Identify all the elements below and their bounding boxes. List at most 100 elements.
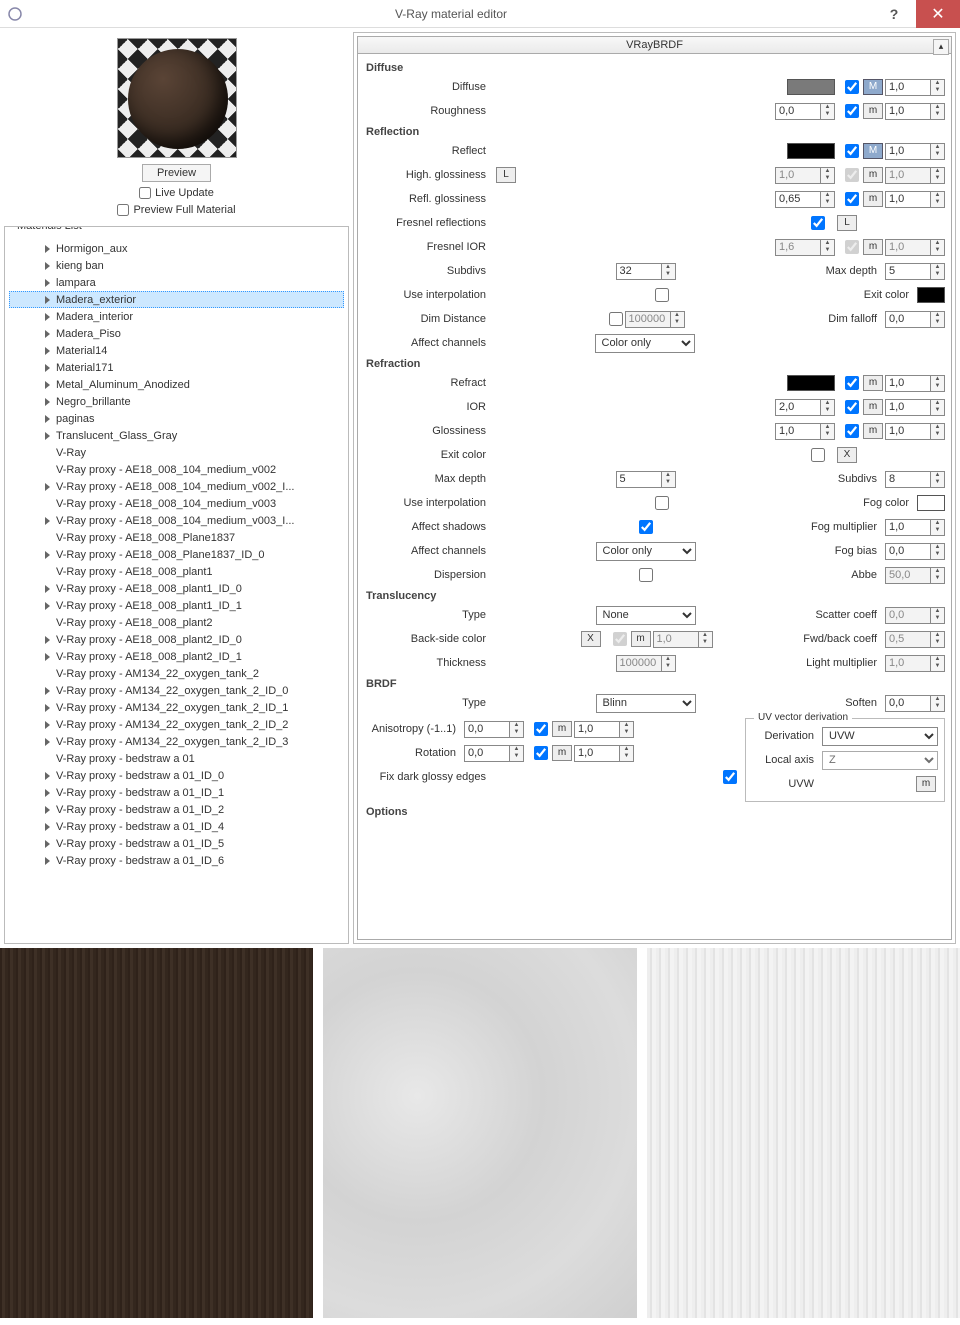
expand-icon[interactable]	[45, 245, 50, 253]
abbe-spinner[interactable]: ▲▼	[885, 567, 945, 584]
expand-icon[interactable]	[45, 840, 50, 848]
thickness-spinner[interactable]: ▲▼	[616, 655, 676, 672]
hgloss-map-button[interactable]: m	[863, 167, 883, 183]
affectshadows-checkbox[interactable]	[639, 520, 653, 534]
reflect-swatch[interactable]	[787, 143, 835, 159]
ior-mult-spinner[interactable]: ▲▼	[885, 399, 945, 416]
maxdepth2-spinner[interactable]: ▲▼	[616, 471, 676, 488]
dimdist-spinner[interactable]: ▲▼	[625, 311, 685, 328]
fresnelior-map-button[interactable]: m	[863, 239, 883, 255]
refract-map-enable[interactable]	[845, 376, 859, 390]
expand-icon[interactable]	[45, 517, 50, 525]
brdftype-select[interactable]: Blinn	[596, 694, 696, 713]
material-item[interactable]: V-Ray proxy - AM134_22_oxygen_tank_2	[9, 665, 344, 682]
roughness-spinner[interactable]: ▲▼	[775, 103, 835, 120]
material-item[interactable]: Madera_Piso	[9, 325, 344, 342]
rgloss-map-enable[interactable]	[845, 192, 859, 206]
rotation-map-button[interactable]: m	[552, 745, 572, 761]
rollup-scroll-up[interactable]: ▴	[933, 39, 949, 55]
useinterp2-checkbox[interactable]	[655, 496, 669, 510]
hgloss-spinner[interactable]: ▲▼	[775, 167, 835, 184]
material-item[interactable]: V-Ray proxy - AE18_008_104_medium_v003_I…	[9, 512, 344, 529]
expand-icon[interactable]	[45, 364, 50, 372]
exitcolor2-checkbox[interactable]	[811, 448, 825, 462]
rotation-spinner[interactable]: ▲▼	[464, 745, 524, 762]
expand-icon[interactable]	[45, 772, 50, 780]
material-item[interactable]: Translucent_Glass_Gray	[9, 427, 344, 444]
exitcolor-swatch[interactable]	[917, 287, 945, 303]
fogmult-spinner[interactable]: ▲▼	[885, 519, 945, 536]
material-item[interactable]: lampara	[9, 274, 344, 291]
preview-full-row[interactable]: Preview Full Material	[117, 204, 235, 216]
material-item[interactable]: V-Ray proxy - bedstraw a 01_ID_6	[9, 852, 344, 869]
backside-mult-spinner[interactable]: ▲▼	[653, 631, 713, 648]
expand-icon[interactable]	[45, 789, 50, 797]
material-item[interactable]: V-Ray proxy - AM134_22_oxygen_tank_2_ID_…	[9, 699, 344, 716]
soften-spinner[interactable]: ▲▼	[885, 695, 945, 712]
dimfalloff-spinner[interactable]: ▲▼	[885, 311, 945, 328]
material-item[interactable]: V-Ray proxy - AE18_008_104_medium_v003	[9, 495, 344, 512]
material-item[interactable]: Material14	[9, 342, 344, 359]
material-item[interactable]: V-Ray proxy - bedstraw a 01_ID_2	[9, 801, 344, 818]
reflect-map-button[interactable]: M	[863, 143, 883, 159]
materials-list[interactable]: Hormigon_auxkieng banlamparaMadera_exter…	[9, 239, 344, 939]
expand-icon[interactable]	[45, 653, 50, 661]
scatter-spinner[interactable]: ▲▼	[885, 607, 945, 624]
material-item[interactable]: Negro_brillante	[9, 393, 344, 410]
maxdepth-spinner[interactable]: ▲▼	[885, 263, 945, 280]
ior-spinner[interactable]: ▲▼	[775, 399, 835, 416]
uvw-map-button[interactable]: m	[916, 776, 936, 792]
rgloss-spinner[interactable]: ▲▼	[775, 191, 835, 208]
diffuse-map-button[interactable]: M	[863, 79, 883, 95]
aniso-map-button[interactable]: m	[552, 721, 572, 737]
fresnel-lock[interactable]: L	[837, 215, 857, 231]
expand-icon[interactable]	[45, 262, 50, 270]
live-update-checkbox[interactable]	[139, 187, 151, 199]
roughness-map-button[interactable]: m	[863, 103, 883, 119]
diffuse-map-enable[interactable]	[845, 80, 859, 94]
material-item[interactable]: V-Ray	[9, 444, 344, 461]
expand-icon[interactable]	[45, 432, 50, 440]
rotation-mult-spinner[interactable]: ▲▼	[574, 745, 634, 762]
fwdback-spinner[interactable]: ▲▼	[885, 631, 945, 648]
material-item[interactable]: V-Ray proxy - AM134_22_oxygen_tank_2_ID_…	[9, 733, 344, 750]
rotation-map-enable[interactable]	[534, 746, 548, 760]
expand-icon[interactable]	[45, 636, 50, 644]
expand-icon[interactable]	[45, 415, 50, 423]
roughness-map-enable[interactable]	[845, 104, 859, 118]
material-item[interactable]: V-Ray proxy - AE18_008_104_medium_v002	[9, 461, 344, 478]
live-update-row[interactable]: Live Update	[139, 187, 214, 199]
close-button[interactable]: ✕	[916, 0, 960, 28]
expand-icon[interactable]	[45, 381, 50, 389]
expand-icon[interactable]	[45, 398, 50, 406]
expand-icon[interactable]	[45, 296, 50, 304]
ior-map-enable[interactable]	[845, 400, 859, 414]
derivation-select[interactable]: UVW	[822, 727, 938, 746]
aniso-mult-spinner[interactable]: ▲▼	[574, 721, 634, 738]
refract-swatch[interactable]	[787, 375, 835, 391]
glossiness-mult-spinner[interactable]: ▲▼	[885, 423, 945, 440]
glossiness-map-button[interactable]: m	[863, 423, 883, 439]
expand-icon[interactable]	[45, 602, 50, 610]
subdivs-spinner[interactable]: ▲▼	[616, 263, 676, 280]
material-item[interactable]: V-Ray proxy - bedstraw a 01_ID_5	[9, 835, 344, 852]
material-item[interactable]: V-Ray proxy - bedstraw a 01_ID_0	[9, 767, 344, 784]
material-item[interactable]: V-Ray proxy - bedstraw a 01	[9, 750, 344, 767]
material-item[interactable]: Madera_exterior	[9, 291, 344, 308]
material-item[interactable]: V-Ray proxy - AE18_008_plant1_ID_0	[9, 580, 344, 597]
refract-map-button[interactable]: m	[863, 375, 883, 391]
material-item[interactable]: V-Ray proxy - bedstraw a 01_ID_4	[9, 818, 344, 835]
reflect-mult-spinner[interactable]: ▲▼	[885, 143, 945, 160]
expand-icon[interactable]	[45, 721, 50, 729]
material-item[interactable]: Madera_interior	[9, 308, 344, 325]
material-item[interactable]: V-Ray proxy - AM134_22_oxygen_tank_2_ID_…	[9, 682, 344, 699]
aniso-map-enable[interactable]	[534, 722, 548, 736]
refract-mult-spinner[interactable]: ▲▼	[885, 375, 945, 392]
fixdark-checkbox[interactable]	[723, 770, 737, 784]
material-item[interactable]: Metal_Aluminum_Anodized	[9, 376, 344, 393]
fogbias-spinner[interactable]: ▲▼	[885, 543, 945, 560]
material-item[interactable]: V-Ray proxy - AE18_008_plant2_ID_0	[9, 631, 344, 648]
glossiness-spinner[interactable]: ▲▼	[775, 423, 835, 440]
material-item[interactable]: Hormigon_aux	[9, 240, 344, 257]
affectch-select[interactable]: Color only	[595, 334, 695, 353]
